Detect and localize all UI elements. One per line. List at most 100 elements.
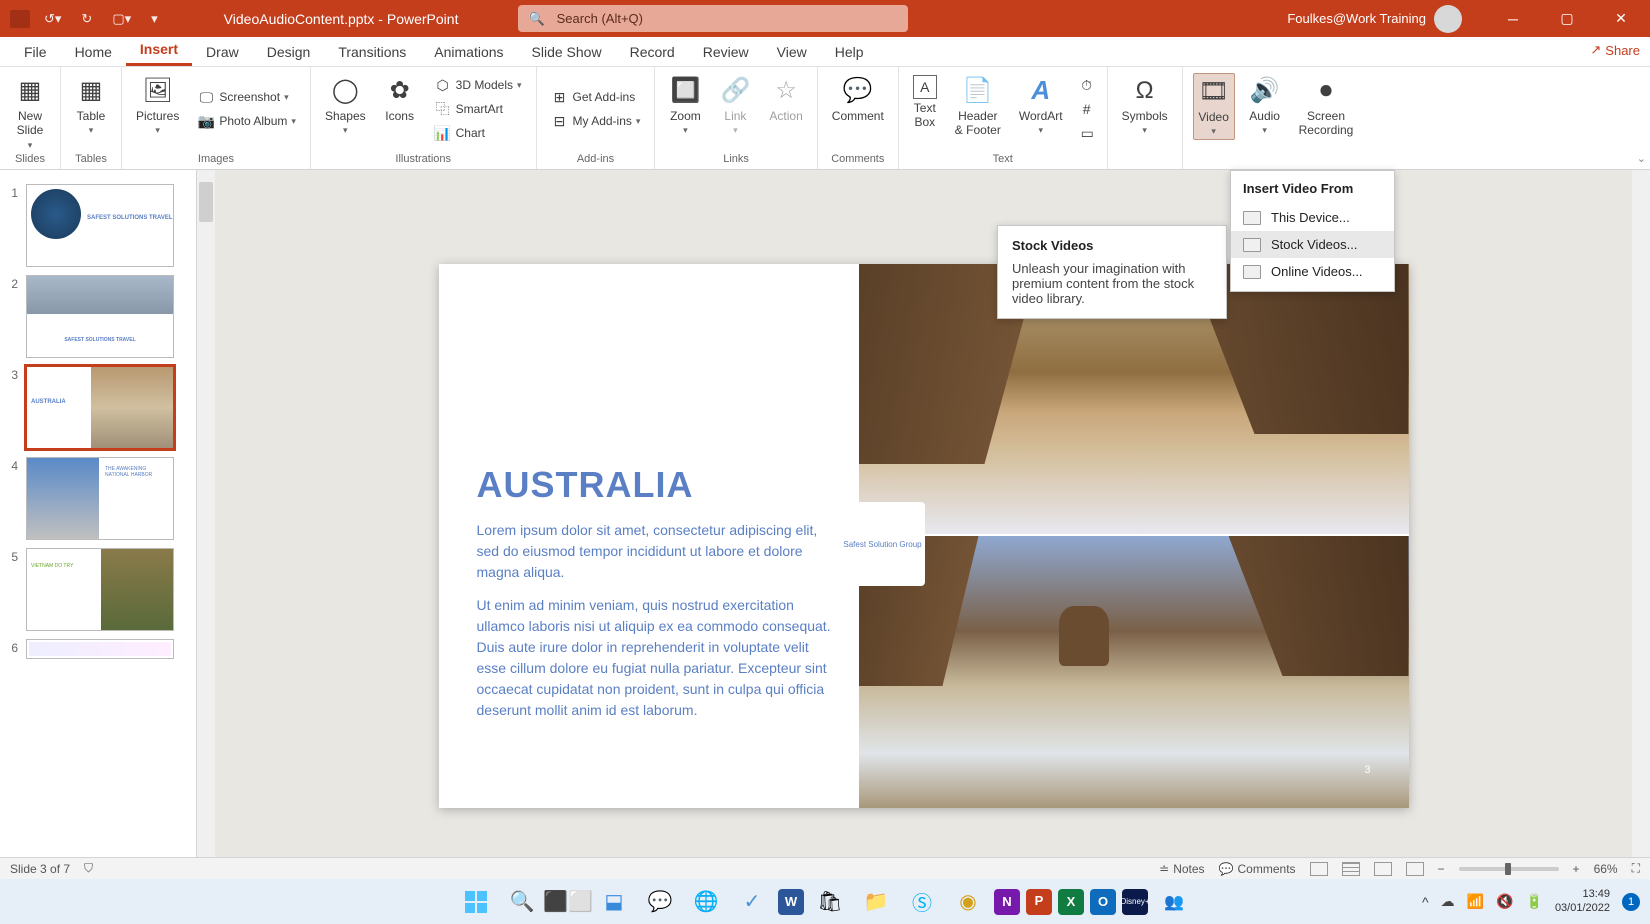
slide-body[interactable]: Lorem ipsum dolor sit amet, consectetur … — [477, 520, 837, 733]
menu-item-stock-videos[interactable]: Stock Videos... — [1231, 231, 1394, 258]
logo-badge[interactable]: Safest Solution Group — [841, 502, 925, 586]
zoom-out-button[interactable]: − — [1438, 862, 1445, 876]
slide-canvas[interactable]: AUSTRALIA Lorem ipsum dolor sit amet, co… — [215, 170, 1632, 902]
tab-record[interactable]: Record — [616, 38, 689, 66]
shapes-button[interactable]: ◯Shapes▾ — [321, 73, 370, 138]
todo-button[interactable]: ✓ — [732, 882, 772, 922]
slide-image-bottom[interactable] — [859, 536, 1409, 808]
store-button[interactable]: 🛍 — [810, 882, 850, 922]
slide-thumb-6[interactable]: 6 — [0, 635, 196, 659]
close-button[interactable]: ✕ — [1598, 0, 1644, 37]
date-time-button[interactable]: ⏱ — [1077, 74, 1097, 96]
panel-scrollbar[interactable] — [197, 170, 215, 902]
tray-chevron-icon[interactable]: ^ — [1422, 894, 1429, 910]
icons-button[interactable]: ✿Icons — [380, 73, 420, 125]
notification-badge[interactable]: 1 — [1622, 893, 1640, 911]
tab-transitions[interactable]: Transitions — [324, 38, 420, 66]
tab-review[interactable]: Review — [689, 38, 763, 66]
outlook-button[interactable]: O — [1090, 889, 1116, 915]
get-addins-button[interactable]: ⊞Get Add-ins — [547, 86, 645, 108]
task-view-button[interactable]: ⬛⬜ — [548, 882, 588, 922]
object-button[interactable]: ▭ — [1077, 122, 1097, 144]
photo-album-button[interactable]: 📷Photo Album▾ — [193, 110, 300, 132]
minimize-button[interactable]: ─ — [1490, 0, 1536, 37]
app-button[interactable]: ◉ — [948, 882, 988, 922]
screenshot-button[interactable]: 🖵Screenshot▾ — [193, 86, 300, 108]
screen-recording-button[interactable]: ⏺Screen Recording — [1295, 73, 1358, 140]
explorer-button[interactable]: 📁 — [856, 882, 896, 922]
slide-title[interactable]: AUSTRALIA — [477, 464, 694, 506]
action-button[interactable]: ☆Action — [765, 73, 806, 125]
wifi-icon[interactable]: 📶 — [1467, 893, 1484, 910]
sorter-view-button[interactable] — [1342, 862, 1360, 876]
accessibility-icon[interactable]: ⛉ — [84, 861, 93, 876]
search-button[interactable]: 🔍 — [502, 882, 542, 922]
slide-thumb-1[interactable]: 1 SAFEST SOLUTIONS TRAVEL — [0, 180, 196, 271]
pictures-button[interactable]: 🖼 Pictures ▾ — [132, 73, 183, 138]
tab-slideshow[interactable]: Slide Show — [518, 38, 616, 66]
tab-file[interactable]: File — [10, 38, 61, 66]
fit-to-window-button[interactable]: ⛶ — [1632, 861, 1640, 876]
menu-item-online-videos[interactable]: Online Videos... — [1231, 258, 1394, 285]
start-button[interactable] — [456, 882, 496, 922]
present-button[interactable]: ▢▾ — [106, 9, 137, 29]
tab-home[interactable]: Home — [61, 38, 126, 66]
excel-button[interactable]: X — [1058, 889, 1084, 915]
slide[interactable]: AUSTRALIA Lorem ipsum dolor sit amet, co… — [439, 264, 1409, 808]
tab-draw[interactable]: Draw — [192, 38, 253, 66]
redo-button[interactable]: ↻ — [75, 9, 98, 29]
tab-insert[interactable]: Insert — [126, 35, 192, 66]
wordart-button[interactable]: AWordArt▾ — [1015, 73, 1067, 138]
slide-number-button[interactable]: # — [1077, 98, 1097, 120]
teams-button[interactable]: 👥 — [1154, 882, 1194, 922]
normal-view-button[interactable] — [1310, 862, 1328, 876]
user-account[interactable]: Foulkes@Work Training — [1287, 5, 1462, 33]
symbols-button[interactable]: ΩSymbols▾ — [1118, 73, 1172, 138]
slideshow-view-button[interactable] — [1406, 862, 1424, 876]
notes-button[interactable]: ≐Notes — [1159, 862, 1204, 876]
slide-thumbnail[interactable] — [26, 639, 174, 659]
zoom-handle[interactable] — [1505, 863, 1511, 875]
slide-thumb-3[interactable]: 3 AUSTRALIA — [0, 362, 196, 453]
comment-button[interactable]: 💬Comment — [828, 73, 888, 125]
slide-thumbnail[interactable]: THE AWAKENING NATIONAL HARBOR — [26, 457, 174, 540]
qat-more-button[interactable]: ▾ — [145, 9, 164, 29]
new-slide-button[interactable]: ▦ New Slide ▾ — [10, 73, 50, 153]
zoom-in-button[interactable]: + — [1573, 862, 1580, 876]
zoom-button[interactable]: 🔲Zoom▾ — [665, 73, 705, 138]
collapse-ribbon-button[interactable]: ⌄ — [1637, 152, 1646, 165]
table-button[interactable]: ▦ Table ▾ — [71, 73, 111, 138]
autosave-icon[interactable] — [10, 10, 30, 28]
share-button[interactable]: ↗ Share — [1590, 42, 1640, 58]
search-box[interactable]: 🔍 Search (Alt+Q) — [518, 5, 908, 32]
slide-thumbnail[interactable]: AUSTRALIA — [26, 366, 174, 449]
undo-button[interactable]: ↺▾ — [38, 9, 67, 29]
scrollbar-thumb[interactable] — [199, 182, 213, 222]
video-button[interactable]: 🎞Video▾ — [1193, 73, 1235, 140]
3d-models-button[interactable]: ⬡3D Models▾ — [430, 74, 526, 96]
battery-icon[interactable]: 🔋 — [1526, 893, 1543, 910]
disney-button[interactable]: Disney+ — [1122, 889, 1148, 915]
link-button[interactable]: 🔗Link▾ — [715, 73, 755, 138]
system-clock[interactable]: 13:49 03/01/2022 — [1555, 888, 1610, 914]
tab-help[interactable]: Help — [821, 38, 878, 66]
tab-view[interactable]: View — [763, 38, 821, 66]
slide-thumbnail[interactable]: SAFEST SOLUTIONS TRAVEL — [26, 275, 174, 358]
powerpoint-button[interactable]: P — [1026, 889, 1052, 915]
word-button[interactable]: W — [778, 889, 804, 915]
chat-button[interactable]: 💬 — [640, 882, 680, 922]
zoom-slider[interactable] — [1459, 867, 1559, 871]
tab-animations[interactable]: Animations — [420, 38, 517, 66]
reading-view-button[interactable] — [1374, 862, 1392, 876]
header-footer-button[interactable]: 📄Header & Footer — [951, 73, 1005, 140]
slide-thumbnail[interactable]: SAFEST SOLUTIONS TRAVEL — [26, 184, 174, 267]
zoom-level[interactable]: 66% — [1594, 862, 1618, 876]
audio-button[interactable]: 🔊Audio▾ — [1245, 73, 1285, 138]
maximize-button[interactable]: ▢ — [1544, 0, 1590, 37]
edge-button[interactable]: 🌐 — [686, 882, 726, 922]
smartart-button[interactable]: ⿻SmartArt — [430, 98, 526, 120]
slide-thumbnail[interactable]: VIETNAM DO TRY — [26, 548, 174, 631]
onedrive-icon[interactable]: ☁ — [1441, 893, 1455, 910]
onenote-button[interactable]: N — [994, 889, 1020, 915]
slide-thumb-4[interactable]: 4 THE AWAKENING NATIONAL HARBOR — [0, 453, 196, 544]
